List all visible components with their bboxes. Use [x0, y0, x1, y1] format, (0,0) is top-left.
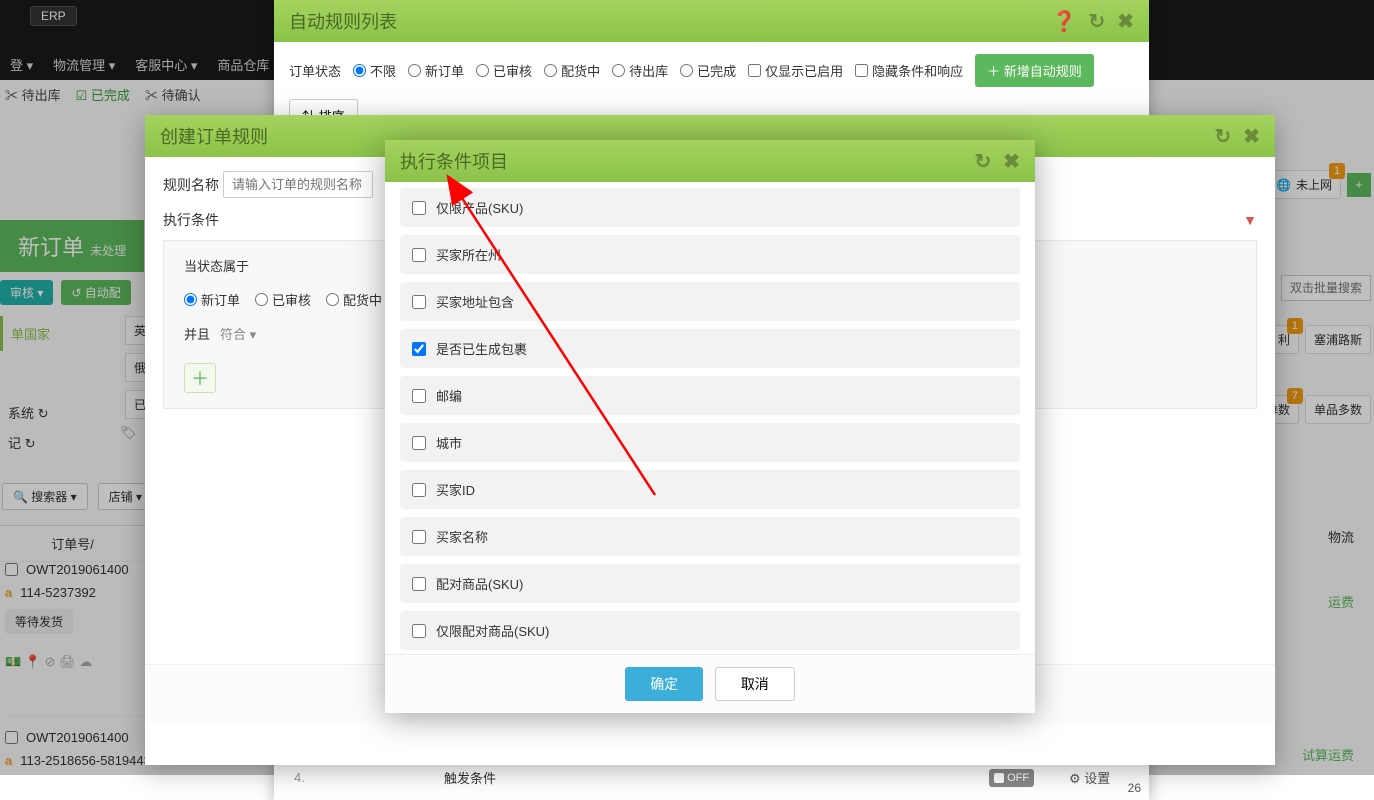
condition-checkbox[interactable]	[412, 624, 426, 638]
filter-radio[interactable]: 不限	[353, 61, 396, 80]
condition-item[interactable]: 邮编	[400, 376, 1020, 415]
refresh-icon[interactable]	[1214, 124, 1231, 149]
condition-label: 仅限产品(SKU)	[436, 198, 523, 217]
order-status-label: 订单状态	[289, 61, 341, 80]
cancel-button[interactable]: 取消	[715, 667, 795, 701]
filter-radio[interactable]: 待出库	[612, 61, 668, 80]
state-radio[interactable]: 新订单	[184, 290, 240, 309]
condition-label: 买家地址包含	[436, 292, 514, 311]
filter-radio[interactable]: 配货中	[544, 61, 600, 80]
state-radio[interactable]: 已审核	[255, 290, 311, 309]
filter-radio[interactable]: 已完成	[680, 61, 736, 80]
condition-item[interactable]: 配对商品(SKU)	[400, 564, 1020, 603]
condition-checkbox[interactable]	[412, 295, 426, 309]
condition-label: 买家所在州	[436, 245, 501, 264]
filter-radio[interactable]: 新订单	[408, 61, 464, 80]
rule-name-input[interactable]	[223, 171, 373, 198]
condition-item[interactable]: 买家名称	[400, 517, 1020, 556]
condition-item[interactable]: 城市	[400, 423, 1020, 462]
warning-triangle-icon: ▼	[1243, 212, 1257, 228]
modal-title: 自动规则列表	[289, 8, 397, 34]
condition-item[interactable]: 是否已生成包裹	[400, 329, 1020, 368]
modal-conditions: 执行条件项目 仅限产品(SKU) 买家所在州买家地址包含是否已生成包裹邮编城市买家…	[385, 140, 1035, 713]
modal-title: 创建订单规则	[160, 123, 268, 149]
close-icon[interactable]	[1243, 124, 1260, 149]
state-radio[interactable]: 配货中	[326, 290, 382, 309]
confirm-button[interactable]: 确定	[625, 667, 703, 701]
condition-list: 仅限产品(SKU) 买家所在州买家地址包含是否已生成包裹邮编城市买家ID 买家名称配…	[385, 182, 1035, 654]
modal-header: 执行条件项目	[385, 140, 1035, 182]
filter-radio[interactable]: 已审核	[476, 61, 532, 80]
row-num: 26	[1128, 781, 1141, 795]
condition-item[interactable]: 买家ID	[400, 470, 1020, 509]
rule-name-label: 规则名称	[163, 175, 223, 195]
condition-label: 仅限配对商品(SKU)	[436, 621, 549, 640]
modal-title: 执行条件项目	[400, 148, 508, 174]
condition-label: 买家名称	[436, 527, 488, 546]
condition-checkbox[interactable]	[412, 389, 426, 403]
close-icon[interactable]	[1003, 149, 1020, 174]
condition-checkbox[interactable]	[412, 436, 426, 450]
row-setting[interactable]: ⚙ 设置	[1069, 768, 1129, 787]
condition-checkbox[interactable]	[412, 201, 426, 215]
condition-label: 配对商品(SKU)	[436, 574, 523, 593]
filter-checkbox[interactable]: 隐藏条件和响应	[855, 61, 963, 80]
off-toggle[interactable]: OFF	[989, 769, 1034, 787]
condition-checkbox[interactable]	[412, 483, 426, 497]
condition-checkbox[interactable]	[412, 248, 426, 262]
row-index: 4.	[294, 770, 334, 785]
help-icon[interactable]	[1052, 9, 1077, 34]
condition-item[interactable]: 仅限产品(SKU)	[400, 188, 1020, 227]
condition-checkbox[interactable]	[412, 577, 426, 591]
condition-item[interactable]: 买家所在州	[400, 235, 1020, 274]
match-dropdown[interactable]: 符合 ▾	[220, 324, 256, 343]
refresh-icon[interactable]	[974, 149, 991, 174]
add-rule-button[interactable]: ＋ 新增自动规则	[975, 54, 1094, 87]
refresh-icon[interactable]	[1088, 9, 1105, 34]
condition-label: 是否已生成包裹	[436, 339, 527, 358]
row-trigger: 触发条件	[444, 768, 989, 787]
and-label: 并且	[184, 324, 210, 343]
modal-header: 自动规则列表	[274, 0, 1149, 42]
condition-label: 城市	[436, 433, 462, 452]
condition-item[interactable]: 买家地址包含	[400, 282, 1020, 321]
condition-checkbox[interactable]	[412, 342, 426, 356]
condition-checkbox[interactable]	[412, 530, 426, 544]
condition-label: 邮编	[436, 386, 462, 405]
add-condition-button[interactable]: ＋	[184, 363, 216, 393]
filter-checkbox[interactable]: 仅显示已启用	[748, 61, 843, 80]
condition-item[interactable]: 仅限配对商品(SKU)	[400, 611, 1020, 650]
modal-footer: 确定 取消	[385, 654, 1035, 713]
condition-label: 买家ID	[436, 480, 475, 499]
close-icon[interactable]	[1117, 9, 1134, 34]
exec-cond-label: 执行条件	[163, 210, 223, 230]
